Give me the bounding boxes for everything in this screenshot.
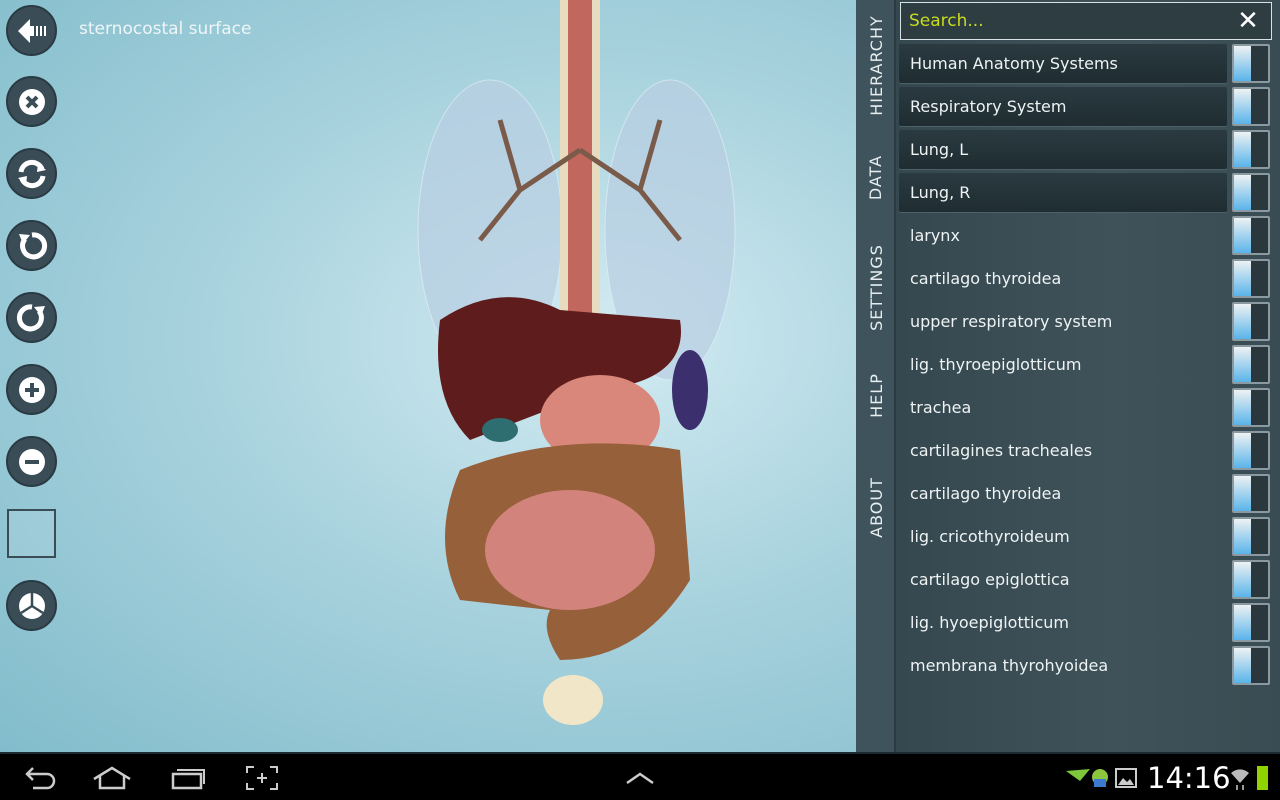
selection-caption: sternocostal surface xyxy=(79,19,252,39)
hierarchy-item[interactable]: lig. cricothyroideum xyxy=(899,517,1227,556)
image-notification-icon xyxy=(1114,764,1138,792)
toggle-knob xyxy=(1234,132,1251,167)
hierarchy-item[interactable]: lig. thyroepiglotticum xyxy=(899,345,1227,384)
toggle-knob xyxy=(1234,218,1251,253)
visibility-toggle[interactable] xyxy=(1232,130,1270,169)
visibility-toggle[interactable] xyxy=(1232,44,1270,83)
wifi-icon xyxy=(1228,764,1252,792)
zoom-out-button[interactable] xyxy=(6,436,57,487)
system-nav-bar: 14:16 xyxy=(0,752,1280,800)
toggle-knob xyxy=(1234,89,1251,124)
tab-label: HIERARCHY xyxy=(866,14,886,116)
visibility-toggle[interactable] xyxy=(1232,302,1270,341)
battery-icon xyxy=(1254,764,1270,792)
hierarchy-item[interactable]: cartilago epiglottica xyxy=(899,560,1227,599)
recent-apps-icon[interactable] xyxy=(168,764,208,792)
clear-search-icon[interactable]: ✕ xyxy=(1233,6,1263,36)
hide-button[interactable] xyxy=(6,76,57,127)
search-box: ✕ xyxy=(900,2,1272,40)
transparency-button[interactable] xyxy=(6,580,57,631)
close-circle-icon xyxy=(18,88,45,115)
back-nav-icon[interactable] xyxy=(20,764,60,792)
hierarchy-item[interactable]: Lung, L xyxy=(899,130,1227,169)
tab-label: HELP xyxy=(866,372,886,418)
visibility-toggle[interactable] xyxy=(1232,474,1270,513)
hierarchy-item[interactable]: cartilagines tracheales xyxy=(899,431,1227,470)
toggle-knob xyxy=(1234,390,1251,425)
chevron-up-icon[interactable] xyxy=(620,764,660,792)
toggle-knob xyxy=(1234,175,1251,210)
minus-circle-icon xyxy=(18,448,45,475)
clock: 14:16 xyxy=(1147,761,1231,795)
hierarchy-item[interactable]: larynx xyxy=(899,216,1227,255)
side-panel: HIERARCHY DATA SETTINGS HELP ABOUT ✕ Hum… xyxy=(856,0,1280,752)
toggle-knob xyxy=(1234,476,1251,511)
tab-help[interactable]: HELP xyxy=(856,365,896,425)
pie-icon xyxy=(18,592,45,619)
hierarchy-item[interactable]: trachea xyxy=(899,388,1227,427)
toggle-knob xyxy=(1234,347,1251,382)
visibility-toggle[interactable] xyxy=(1232,517,1270,556)
tab-hierarchy[interactable]: HIERARCHY xyxy=(856,10,896,120)
reset-view-button[interactable] xyxy=(6,148,57,199)
select-box-button[interactable] xyxy=(7,509,56,558)
visibility-toggle[interactable] xyxy=(1232,87,1270,126)
rotate-right-icon xyxy=(16,303,45,331)
tab-about[interactable]: ABOUT xyxy=(856,470,896,545)
hierarchy-item[interactable]: cartilago thyroidea xyxy=(899,259,1227,298)
rotate-left-icon xyxy=(18,231,47,259)
visibility-toggle[interactable] xyxy=(1232,431,1270,470)
visibility-toggle[interactable] xyxy=(1232,216,1270,255)
toggle-knob xyxy=(1234,605,1251,640)
screenshot-icon[interactable] xyxy=(244,764,280,792)
tab-label: DATA xyxy=(866,154,886,201)
3d-viewport[interactable]: sternocostal surface xyxy=(0,0,856,752)
visibility-toggle[interactable] xyxy=(1232,603,1270,642)
refresh-icon xyxy=(17,159,46,188)
notification-icons[interactable] xyxy=(1066,764,1112,792)
tab-label: ABOUT xyxy=(866,477,886,538)
toggle-knob xyxy=(1234,261,1251,296)
hierarchy-item[interactable]: membrana thyrohyoidea xyxy=(899,646,1227,685)
hierarchy-item[interactable]: Respiratory System xyxy=(899,87,1227,126)
zoom-in-button[interactable] xyxy=(6,364,57,415)
visibility-toggle[interactable] xyxy=(1232,345,1270,384)
toggle-knob xyxy=(1234,304,1251,339)
panel-tabs: HIERARCHY DATA SETTINGS HELP ABOUT xyxy=(856,0,896,752)
toggle-knob xyxy=(1234,562,1251,597)
visibility-toggle[interactable] xyxy=(1232,173,1270,212)
rotate-right-button[interactable] xyxy=(6,292,57,343)
home-nav-icon[interactable] xyxy=(92,764,132,792)
toggle-knob xyxy=(1234,46,1251,81)
tab-data[interactable]: DATA xyxy=(856,140,896,215)
airdroid-icon xyxy=(1066,769,1090,781)
toggle-knob xyxy=(1234,519,1251,554)
visibility-toggle[interactable] xyxy=(1232,259,1270,298)
hierarchy-item[interactable]: Lung, R xyxy=(899,173,1227,212)
arrow-left-icon xyxy=(17,18,46,43)
rotate-left-button[interactable] xyxy=(6,220,57,271)
visibility-toggle[interactable] xyxy=(1232,646,1270,685)
hierarchy-item[interactable]: Human Anatomy Systems xyxy=(899,44,1227,83)
tab-settings[interactable]: SETTINGS xyxy=(856,240,896,335)
back-button[interactable] xyxy=(6,5,57,56)
search-input[interactable] xyxy=(909,11,1233,31)
tab-label: SETTINGS xyxy=(866,244,886,331)
toggle-knob xyxy=(1234,648,1251,683)
plus-circle-icon xyxy=(18,376,45,403)
hierarchy-item[interactable]: lig. hyoepiglotticum xyxy=(899,603,1227,642)
anatomy-model[interactable] xyxy=(400,0,760,752)
hierarchy-item[interactable]: cartilago thyroidea xyxy=(899,474,1227,513)
hierarchy-item[interactable]: upper respiratory system xyxy=(899,302,1227,341)
visibility-toggle[interactable] xyxy=(1232,388,1270,427)
toggle-knob xyxy=(1234,433,1251,468)
visibility-toggle[interactable] xyxy=(1232,560,1270,599)
